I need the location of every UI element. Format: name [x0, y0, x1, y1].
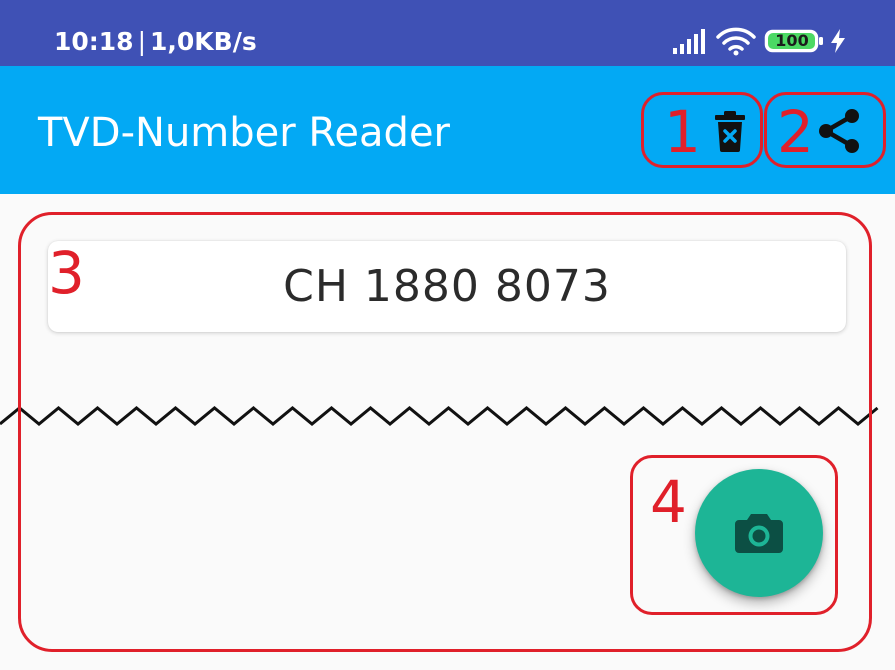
callout-number-3: 3	[48, 239, 85, 307]
status-time-and-speed: 10:18 | 1,0KB/s	[54, 27, 257, 57]
callout-box-1	[641, 92, 763, 168]
battery-level: 100	[775, 31, 809, 50]
callout-number-4: 4	[650, 468, 687, 536]
network-speed: 1,0KB/s	[150, 27, 257, 56]
status-bar: 10:18 | 1,0KB/s 100	[0, 0, 895, 66]
status-separator: |	[137, 27, 147, 56]
signal-icon	[673, 29, 705, 54]
app-title: TVD-Number Reader	[38, 110, 450, 156]
callout-number-2: 2	[777, 98, 814, 166]
wifi-icon	[716, 27, 756, 56]
callout-number-1: 1	[664, 98, 701, 166]
status-time: 10:18	[54, 27, 134, 56]
charging-icon	[831, 29, 845, 53]
